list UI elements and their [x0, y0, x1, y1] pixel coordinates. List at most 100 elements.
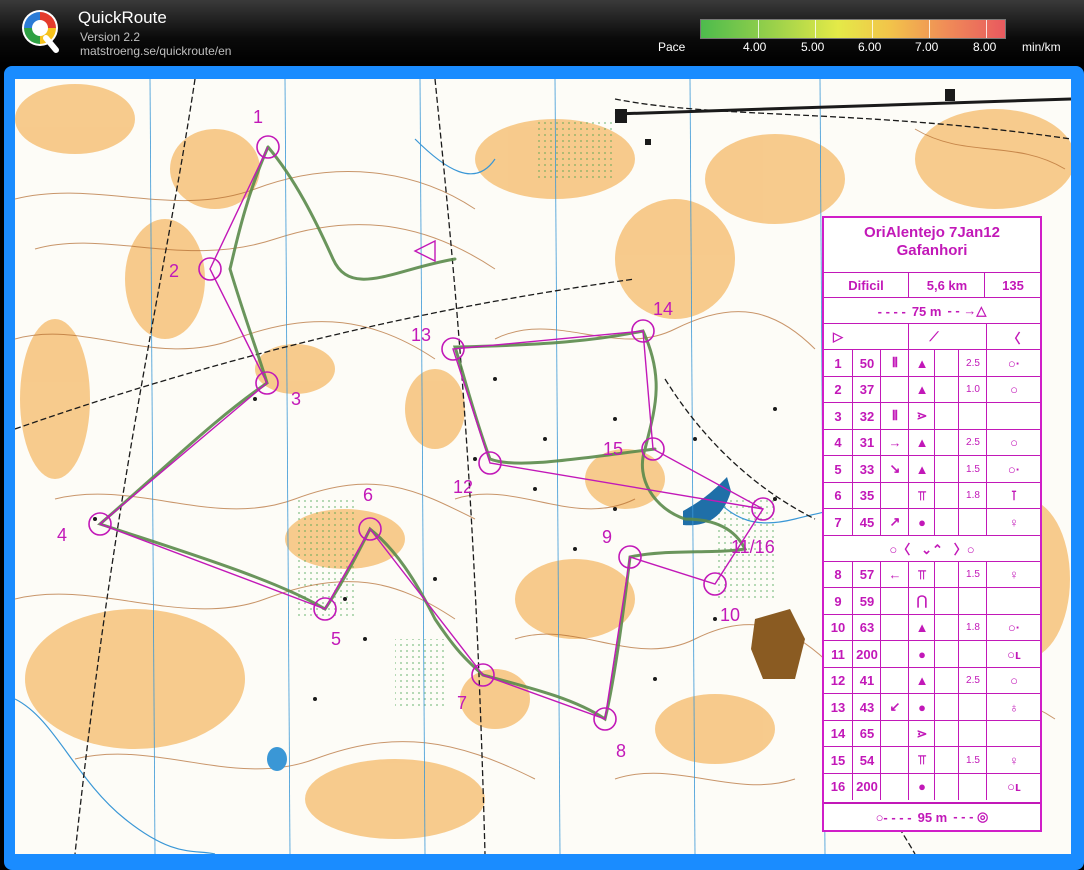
pace-tick-mark — [815, 20, 816, 38]
feature-icon: ▲ — [908, 614, 935, 641]
control-row: 11 200 ● ○ʟ — [824, 640, 1040, 668]
feature-detail-icon — [934, 694, 959, 721]
finish-leg-distance: 95 m — [917, 809, 948, 825]
control-number: 13 — [830, 699, 846, 715]
control-number: 15 — [830, 752, 846, 768]
finish-leg-row: ○- - - - 95 m - - - ◎ — [824, 802, 1040, 830]
start-flag-icon: ▷ — [833, 329, 843, 344]
control-label-14: 14 — [653, 299, 673, 319]
direction-icon — [880, 720, 909, 747]
feature-detail-icon — [934, 403, 959, 430]
finish-circle-icon: - - - ◎ — [953, 809, 989, 824]
control-label-5: 5 — [331, 629, 341, 649]
feature-detail-icon — [934, 509, 959, 536]
feature-detail-icon — [934, 588, 959, 615]
control-number: 10 — [830, 620, 846, 636]
control-location-icon: ♀ — [986, 509, 1041, 536]
control-dimension: 1.0 — [958, 376, 987, 403]
pace-unit: min/km — [1022, 40, 1061, 54]
control-label-8: 8 — [616, 741, 626, 761]
feature-detail-icon — [934, 641, 959, 668]
direction-icon: ⫴ — [880, 350, 909, 377]
control-code: 50 — [852, 350, 881, 377]
control-label-1: 1 — [253, 107, 263, 127]
direction-icon — [880, 482, 909, 509]
direction-icon: ⫴ — [880, 403, 909, 430]
control-dimension — [958, 403, 987, 430]
control-code: 32 — [852, 403, 881, 430]
feature-icon: ⫪ — [908, 747, 935, 774]
feature-detail-icon — [934, 614, 959, 641]
direction-icon — [880, 667, 909, 694]
event-title: OriAlentejo 7Jan12 — [864, 224, 1000, 241]
start-triangle-icon — [413, 239, 436, 263]
feature-detail-icon — [934, 482, 959, 509]
direction-icon — [880, 773, 909, 800]
pace-color-scale — [700, 19, 1006, 39]
control-location-icon: ○ — [986, 429, 1041, 456]
control-location-icon: ○· — [986, 456, 1041, 483]
control-location-icon: ○· — [986, 614, 1041, 641]
control-dimension: 1.5 — [958, 456, 987, 483]
control-number: 9 — [834, 593, 842, 609]
feature-icon: ▲ — [908, 376, 935, 403]
course-length: 5,6 km — [908, 273, 985, 298]
finish-start-icon: ○- - - - — [875, 809, 912, 825]
control-row: 8 57 ← ⫪ 1.5 ♀ — [824, 560, 1040, 588]
app-title: QuickRoute — [78, 8, 167, 27]
control-location-icon: ⊺ — [986, 482, 1041, 509]
feature-icon: ⋗ — [908, 403, 935, 430]
control-location-icon: ○· — [986, 350, 1041, 377]
control-location-icon — [986, 403, 1041, 430]
direction-icon: → — [880, 429, 909, 456]
control-code: 54 — [852, 747, 881, 774]
control-dimension: 2.5 — [958, 429, 987, 456]
control-dimension: 1.5 — [958, 561, 987, 588]
feature-detail-icon — [934, 747, 959, 774]
course-class: Dificil — [848, 278, 884, 293]
feature-icon: ⋗ — [908, 720, 935, 747]
control-row: 5 33 ↘ ▲ 1.5 ○· — [824, 455, 1040, 483]
control-row: 9 59 ⋂ — [824, 587, 1040, 615]
control-dimension — [958, 694, 987, 721]
control-dimension — [958, 720, 987, 747]
app-version: Version 2.2 — [80, 30, 141, 44]
control-number: 3 — [834, 408, 842, 424]
control-code: 35 — [852, 482, 881, 509]
start-leg-row: - - - - 75 m - - →△ — [824, 297, 1040, 324]
start-leg-distance: 75 m — [911, 303, 942, 319]
feature-icon: ● — [908, 773, 935, 800]
control-row: 3 32 ⫴ ⋗ — [824, 402, 1040, 430]
direction-icon — [880, 376, 909, 403]
control-number: 14 — [830, 726, 846, 742]
direction-icon — [880, 747, 909, 774]
pace-tick-mark — [872, 20, 873, 38]
control-code: 200 — [852, 773, 881, 800]
direction-icon: ↘ — [880, 456, 909, 483]
control-code: 45 — [852, 509, 881, 536]
control-number: 2 — [834, 382, 842, 398]
pace-label: Pace — [658, 40, 686, 54]
control-code: 200 — [852, 641, 881, 668]
control-description-sheet: OriAlentejo 7Jan12 Gafanhori Dificil 5,6… — [822, 216, 1042, 832]
slope-icon: ⟋ — [908, 324, 959, 350]
control-code: 33 — [852, 456, 881, 483]
mandatory-route-row: ○〈 ⌄⌃ 〉○ — [824, 534, 1040, 562]
app-url[interactable]: matstroeng.se/quickroute/en — [80, 44, 231, 58]
feature-detail-icon — [934, 376, 959, 403]
control-label-12: 12 — [453, 477, 473, 497]
control-row: 10 63 ▲ 1.8 ○· — [824, 613, 1041, 641]
control-label-9: 9 — [602, 527, 612, 547]
control-row: 4 31 → ▲ 2.5 ○ — [824, 428, 1041, 456]
control-dimension: 2.5 — [958, 667, 987, 694]
direction-icon — [880, 641, 909, 668]
finish-leg: ○- - - - 95 m - - - ◎ — [824, 804, 1040, 830]
control-number: 6 — [834, 488, 842, 504]
feature-icon: ⋂ — [908, 588, 935, 615]
control-label-7: 7 — [457, 693, 467, 713]
start-row: ▷ ⟋ 〈 — [824, 323, 1040, 350]
control-row: 7 45 ↗ ● ♀ — [824, 508, 1040, 536]
direction-icon — [880, 614, 909, 641]
feature-icon: ▲ — [908, 429, 935, 456]
control-location-icon: ♁ — [986, 694, 1041, 721]
